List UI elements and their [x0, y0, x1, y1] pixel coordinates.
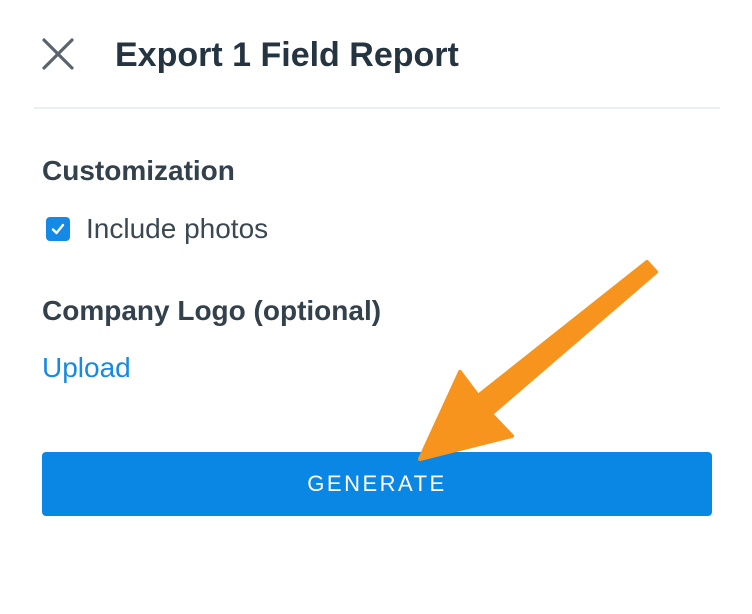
- include-photos-checkbox[interactable]: [46, 217, 70, 241]
- checkmark-icon: [51, 223, 65, 235]
- include-photos-label: Include photos: [86, 213, 269, 244]
- generate-button[interactable]: GENERATE: [42, 452, 712, 516]
- upload-link[interactable]: Upload: [42, 350, 131, 386]
- customization-heading: Customization: [42, 155, 235, 186]
- company-logo-heading: Company Logo (optional): [42, 295, 382, 326]
- dialog-title: Export 1 Field Report: [115, 36, 459, 74]
- close-icon: [42, 38, 74, 70]
- include-photos-option[interactable]: Include photos: [46, 210, 268, 248]
- header-divider: [34, 107, 720, 109]
- dialog-header: Export 1 Field Report: [0, 0, 752, 108]
- close-button[interactable]: [40, 36, 76, 72]
